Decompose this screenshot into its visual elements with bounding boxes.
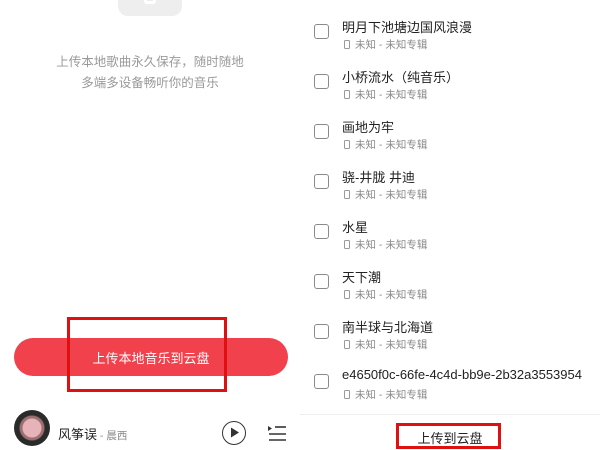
song-row[interactable]: 天下潮未知 - 未知专辑 [300,257,600,307]
song-meta: 未知 - 未知专辑 [344,187,427,202]
upload-to-cloud-button[interactable]: 上传到云盘 [402,428,498,446]
song-row[interactable]: 明月下池塘边国风浪漫未知 - 未知专辑 [300,7,600,57]
song-artist-album: 未知 - 未知专辑 [355,39,428,51]
song-row[interactable]: 南半球与北海道未知 - 未知专辑 [300,307,600,357]
playlist-button[interactable] [266,422,288,444]
song-title: 明月下池塘边国风浪漫 [342,20,473,35]
song-title: 水星 [342,220,369,235]
song-checkbox[interactable] [314,74,329,89]
promo-line-2: 多端多设备畅听你的音乐 [81,76,219,90]
song-meta: 未知 - 未知专辑 [344,287,427,302]
now-playing-info[interactable]: 风筝误 - 晨西 [58,424,127,443]
play-icon [231,427,239,438]
play-button[interactable] [222,421,246,445]
song-checkbox[interactable] [314,24,329,39]
song-meta: 未知 - 未知专辑 [344,337,427,352]
phone-icon [344,240,350,249]
song-checkbox[interactable] [314,274,329,289]
song-title: 南半球与北海道 [342,320,434,335]
song-artist-album: 未知 - 未知专辑 [355,289,428,301]
song-checkbox[interactable] [314,374,329,389]
song-meta: 未知 - 未知专辑 [344,137,427,152]
song-title: e4650f0c-66fe-4c4d-bb9e-2b32a3553954 [342,367,582,382]
song-checkbox[interactable] [314,324,329,339]
cloud-upload-icon [118,0,182,16]
phone-icon [344,190,350,199]
song-title: 画地为牢 [342,120,395,135]
song-title: 骁-井胧 井迪 [342,170,415,185]
phone-icon [344,390,350,399]
song-meta: 未知 - 未知专辑 [344,237,427,252]
song-artist-album: 未知 - 未知专辑 [355,89,428,101]
song-meta: 未知 - 未知专辑 [344,387,427,402]
upload-promo-text: 上传本地歌曲永久保存，随时随地 多端多设备畅听你的音乐 [0,52,300,94]
phone-icon [344,140,350,149]
mini-player[interactable]: 风筝误 - 晨西 [0,402,300,450]
song-artist-album: 未知 - 未知专辑 [355,389,428,401]
song-row[interactable]: 水星未知 - 未知专辑 [300,207,600,257]
song-meta: 未知 - 未知专辑 [344,87,427,102]
song-checkbox[interactable] [314,124,329,139]
song-checkbox[interactable] [314,174,329,189]
playlist-icon [268,426,286,441]
song-title: 小桥流水（纯音乐） [342,70,460,85]
song-artist-album: 未知 - 未知专辑 [355,239,428,251]
album-cover[interactable] [14,410,50,446]
song-row[interactable]: e4650f0c-66fe-4c4d-bb9e-2b32a3553954 未知 -… [300,357,600,407]
song-artist-album: 未知 - 未知专辑 [355,139,428,151]
now-playing-artist: 晨西 [106,430,128,442]
now-playing-title: 风筝误 [58,427,98,442]
song-title: 天下潮 [342,270,382,285]
upload-intro-panel: 上传本地歌曲永久保存，随时随地 多端多设备畅听你的音乐 上传本地音乐到云盘 风筝… [0,0,300,450]
upload-local-music-button[interactable]: 上传本地音乐到云盘 [14,338,288,376]
phone-icon [344,90,350,99]
song-artist-album: 未知 - 未知专辑 [355,339,428,351]
song-row[interactable]: 小桥流水（纯音乐） 未知 - 未知专辑 [300,57,600,107]
song-row[interactable]: 画地为牢未知 - 未知专辑 [300,107,600,157]
now-playing-separator: - [97,430,107,442]
song-row[interactable]: 骁-井胧 井迪未知 - 未知专辑 [300,157,600,207]
bottom-action-bar: 上传到云盘 [300,414,600,450]
local-song-select-panel: 明月下池塘边国风浪漫 未知 - 未知专辑 小桥流水（纯音乐） 未知 - 未知专辑 画地为… [300,0,600,450]
song-meta: 未知 - 未知专辑 [344,37,427,52]
phone-icon [344,340,350,349]
phone-icon [344,40,350,49]
promo-line-1: 上传本地歌曲永久保存，随时随地 [56,55,244,69]
song-artist-album: 未知 - 未知专辑 [355,189,428,201]
phone-icon [344,290,350,299]
song-checkbox[interactable] [314,224,329,239]
